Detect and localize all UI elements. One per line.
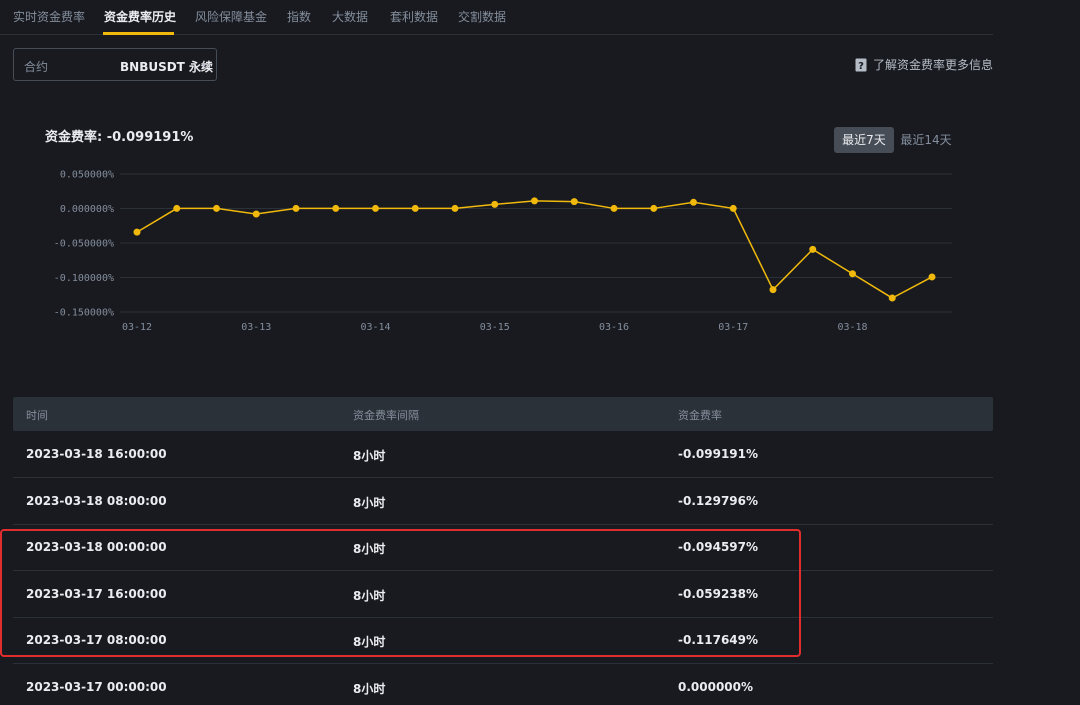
tab-delivery-data[interactable]: 交割数据 — [458, 8, 506, 25]
row-rate: -0.129796% — [678, 494, 759, 508]
x-tick-label: 03-12 — [122, 322, 152, 333]
contract-value: BNBUSDT 永续 — [120, 60, 214, 74]
contract-label: 合约 — [24, 60, 49, 74]
data-point[interactable] — [610, 204, 618, 212]
data-point[interactable] — [332, 204, 340, 212]
funding-info-text: 了解资金费率更多信息 — [872, 58, 993, 72]
data-point[interactable] — [411, 204, 419, 212]
chart-title: 资金费率: -0.099191% — [45, 130, 194, 145]
tab-funding-rate-history[interactable]: 资金费率历史 — [104, 8, 176, 25]
row-interval: 8小时 — [353, 589, 386, 603]
tab-insurance-fund[interactable]: 风险保障基金 — [195, 8, 267, 25]
table-row: 2023-03-17 16:00:00 8小时 -0.059238% — [13, 571, 993, 618]
tab-big-data[interactable]: 大数据 — [332, 8, 368, 25]
row-time: 2023-03-18 08:00:00 — [26, 494, 167, 508]
funding-info-link[interactable]: ? 了解资金费率更多信息 — [855, 56, 993, 73]
x-tick-label: 03-16 — [599, 322, 629, 333]
row-interval: 8小时 — [353, 542, 386, 556]
data-point[interactable] — [809, 245, 817, 253]
x-tick-label: 03-14 — [360, 322, 390, 333]
row-interval: 8小时 — [353, 496, 386, 510]
data-point[interactable] — [213, 204, 220, 212]
data-point[interactable] — [252, 210, 260, 218]
data-point[interactable] — [690, 198, 697, 206]
table-row: 2023-03-18 08:00:00 8小时 -0.129796% — [13, 478, 993, 525]
data-point[interactable] — [451, 204, 459, 212]
header-time: 时间 — [26, 409, 48, 422]
range-14-days-button[interactable]: 最近14天 — [899, 127, 953, 153]
row-time: 2023-03-18 16:00:00 — [26, 447, 167, 461]
row-rate: -0.099191% — [678, 447, 759, 461]
range-7-days-button[interactable]: 最近7天 — [834, 127, 894, 153]
data-point[interactable] — [133, 228, 141, 236]
document-info-icon: ? — [855, 58, 867, 72]
row-interval: 8小时 — [353, 449, 386, 463]
data-point[interactable] — [570, 198, 578, 206]
table-header: 时间 资金费率间隔 资金费率 — [13, 397, 993, 431]
data-point[interactable] — [769, 286, 777, 294]
row-rate: -0.117649% — [678, 633, 759, 647]
data-point[interactable] — [372, 204, 379, 212]
tab-index[interactable]: 指数 — [287, 8, 311, 25]
y-tick-label: 0.000000% — [60, 204, 114, 215]
active-tab-indicator — [103, 32, 174, 35]
data-point[interactable] — [531, 197, 538, 205]
row-interval: 8小时 — [353, 682, 386, 696]
y-tick-label: 0.050000% — [60, 170, 114, 181]
data-point[interactable] — [491, 200, 499, 208]
chevron-down-icon — [201, 63, 207, 67]
row-time: 2023-03-17 16:00:00 — [26, 587, 167, 601]
row-rate: -0.094597% — [678, 540, 759, 554]
header-funding-rate: 资金费率 — [678, 409, 722, 422]
row-rate: 0.000000% — [678, 680, 754, 694]
x-tick-label: 03-15 — [480, 322, 510, 333]
row-rate: -0.059238% — [678, 587, 759, 601]
data-point[interactable] — [292, 204, 300, 212]
table-row: 2023-03-17 00:00:00 8小时 0.000000% — [13, 664, 993, 705]
y-tick-label: -0.050000% — [54, 239, 114, 250]
table-row: 2023-03-18 00:00:00 8小时 -0.094597% — [13, 524, 993, 571]
row-time: 2023-03-17 08:00:00 — [26, 633, 167, 647]
svg-text:?: ? — [858, 61, 864, 72]
funding-rate-chart: 0.050000% 0.000000% -0.050000% -0.100000% -0… — [54, 170, 952, 333]
row-interval: 8小时 — [353, 635, 386, 649]
table-row: 2023-03-17 08:00:00 8小时 -0.117649% — [13, 617, 993, 664]
header-interval: 资金费率间隔 — [353, 409, 419, 422]
table-row: 2023-03-18 16:00:00 8小时 -0.099191% — [13, 431, 993, 478]
tab-bar: 实时资金费率 资金费率历史 风险保障基金 指数 大数据 套利数据 交割数据 — [0, 0, 993, 35]
y-tick-label: -0.150000% — [54, 308, 114, 319]
x-tick-label: 03-18 — [837, 322, 867, 333]
tab-realtime-funding-rate[interactable]: 实时资金费率 — [13, 8, 85, 25]
contract-selector[interactable]: 合约 BNBUSDT 永续 — [13, 48, 217, 81]
tab-arbitrage-data[interactable]: 套利数据 — [390, 8, 438, 25]
x-tick-label: 03-17 — [718, 322, 748, 333]
row-time: 2023-03-18 00:00:00 — [26, 540, 167, 554]
data-point[interactable] — [173, 204, 181, 212]
data-point[interactable] — [928, 273, 936, 281]
data-point[interactable] — [849, 270, 856, 278]
data-point[interactable] — [650, 204, 658, 212]
x-tick-label: 03-13 — [241, 322, 271, 333]
data-point[interactable] — [888, 294, 896, 302]
y-tick-label: -0.100000% — [54, 273, 114, 284]
row-time: 2023-03-17 00:00:00 — [26, 680, 167, 694]
data-point[interactable] — [729, 204, 737, 212]
